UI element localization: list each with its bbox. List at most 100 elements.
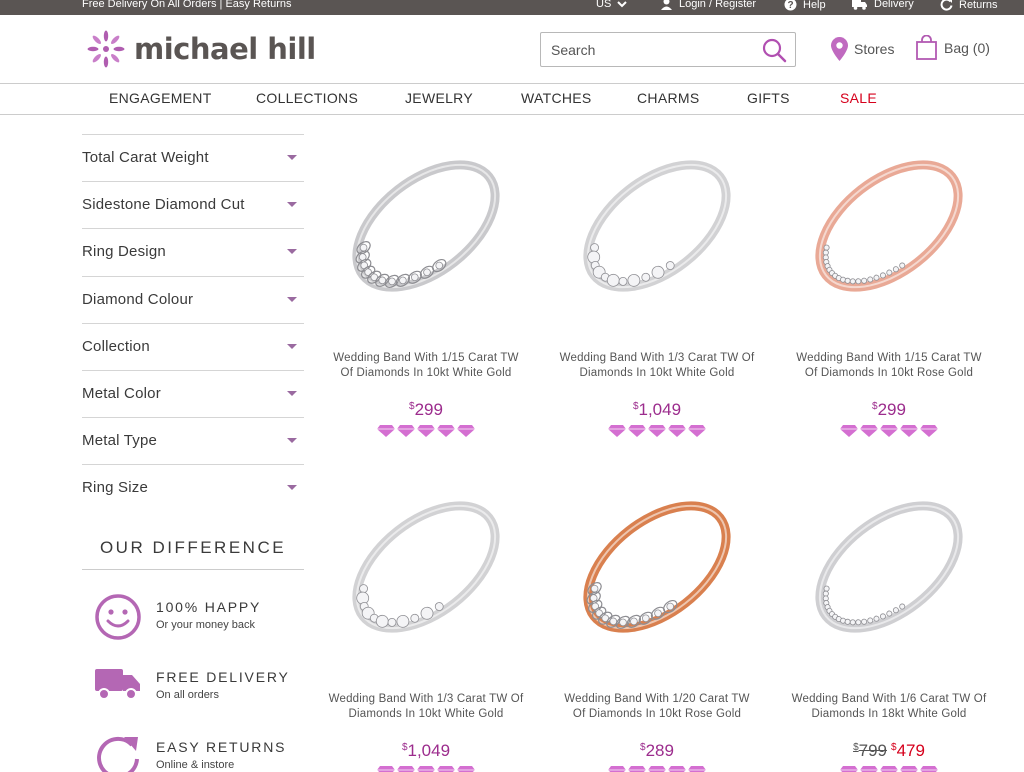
product-name-line: Of Diamonds In 10kt Rose Gold [804,367,974,379]
filter-ring-design[interactable]: Ring Design [82,228,304,275]
filter-label: Metal Color [82,384,161,402]
sale-price: $479 [891,741,925,760]
bag-label: Bag (0) [944,39,990,56]
product-image[interactable] [547,467,767,667]
price-value: 1,049 [638,400,682,419]
bag-link[interactable]: Bag (0) [916,35,990,60]
diamond-rating-icon [668,424,686,443]
difference-item-delivery: FREE DELIVERY On all orders [94,663,290,703]
product-name[interactable]: Wedding Band With 1/3 Carat TW Of Diamond… [547,351,767,381]
chevron-down-icon [617,0,627,7]
price-value: 299 [414,400,443,419]
diamond-rating-icon [648,424,666,443]
filter-collection[interactable]: Collection [82,322,304,370]
product-name[interactable]: Wedding Band With 1/3 Carat TW Of Diamond… [316,692,536,722]
product-rating [316,424,536,443]
difference-title: FREE DELIVERY [156,669,290,685]
search-input[interactable] [541,33,751,66]
logo[interactable]: michael hill [86,29,316,69]
nav-collections[interactable]: COLLECTIONS [256,90,358,106]
our-difference-title: OUR DIFFERENCE [82,530,304,570]
nav-engagement[interactable]: ENGAGEMENT [109,90,212,106]
search-icon[interactable] [761,37,787,63]
product-name-line: Diamonds In 18kt White Gold [811,708,967,720]
smiley-icon [95,594,141,640]
product-image[interactable] [779,467,999,667]
nav-gifts[interactable]: GIFTS [747,90,790,106]
country-selector[interactable]: US [596,0,627,10]
product-name[interactable]: Wedding Band With 1/6 Carat TW Of Diamond… [779,692,999,722]
product-image[interactable] [316,467,536,667]
nav-jewelry[interactable]: JEWELRY [405,90,473,106]
caret-down-icon [287,296,297,302]
stores-link[interactable]: Stores [831,37,894,61]
product-name[interactable]: Wedding Band With 1/15 Carat TW Of Diamon… [779,351,999,381]
filter-metal-color[interactable]: Metal Color [82,369,304,417]
filter-ring-size[interactable]: Ring Size [82,464,304,511]
product-name[interactable]: Wedding Band With 1/20 Carat TW Of Diamon… [547,692,767,722]
difference-subtitle: On all orders [156,689,219,701]
difference-subtitle: Online & instore [156,759,235,771]
diamond-rating-icon [880,424,898,443]
return-arrow-icon [940,0,953,11]
price-value: 289 [645,741,674,760]
product-card[interactable]: Wedding Band With 1/20 Carat TW Of Diamon… [547,467,767,772]
product-image[interactable] [779,126,999,326]
diamond-rating-icon [457,765,475,772]
help-label: Help [803,0,826,11]
stores-label: Stores [854,41,895,57]
caret-down-icon [287,485,297,491]
truck-icon [852,0,867,10]
caret-down-icon [287,390,297,396]
diamond-rating-icon [417,424,435,443]
login-link[interactable]: Login / Register [660,0,756,10]
product-name-line: Wedding Band With 1/20 Carat TW [564,693,750,705]
diamond-rating-icon [900,424,918,443]
shopping-bag-icon [916,35,937,60]
filter-label: Sidestone Diamond Cut [82,196,245,214]
difference-title: EASY RETURNS [156,739,287,755]
product-image[interactable] [316,126,536,326]
filter-sidebar: Total Carat Weight Sidestone Diamond Cut… [82,134,304,512]
header: michael hill Stores Bag (0) [0,15,1024,84]
diamond-rating-icon [377,765,395,772]
filter-metal-type[interactable]: Metal Type [82,417,304,464]
difference-title: 100% HAPPY [156,599,262,615]
svg-text:?: ? [787,0,793,11]
diamond-rating-icon [457,424,475,443]
returns-link[interactable]: Returns [940,0,998,11]
delivery-label: Delivery [874,0,914,10]
diamond-rating-icon [608,765,626,772]
product-card[interactable]: Wedding Band With 1/15 Carat TW Of Diamon… [316,126,536,443]
product-name-line: Wedding Band With 1/15 Carat TW [333,352,519,364]
diamond-rating-icon [860,765,878,772]
diamond-rating-icon [900,765,918,772]
filter-sidestone-diamond-cut[interactable]: Sidestone Diamond Cut [82,181,304,228]
product-card[interactable]: Wedding Band With 1/15 Carat TW Of Diamon… [779,126,999,443]
difference-item-returns: EASY RETURNS Online & instore [94,733,286,772]
product-image[interactable] [547,126,767,326]
diamond-rating-icon [668,765,686,772]
product-card[interactable]: Wedding Band With 1/3 Carat TW Of Diamond… [547,126,767,443]
filter-diamond-colour[interactable]: Diamond Colour [82,275,304,323]
product-card[interactable]: Wedding Band With 1/3 Carat TW Of Diamond… [316,467,536,772]
nav-watches[interactable]: WATCHES [521,90,592,106]
caret-down-icon [287,438,297,444]
diamond-rating-icon [437,765,455,772]
diamond-rating-icon [397,765,415,772]
product-name-line: Wedding Band With 1/3 Carat TW Of [559,352,755,364]
help-link[interactable]: ? Help [784,0,826,11]
filter-total-carat-weight[interactable]: Total Carat Weight [82,134,304,181]
price-value: 299 [877,400,906,419]
diamond-rating-icon [397,424,415,443]
country-label: US [596,0,612,10]
product-name[interactable]: Wedding Band With 1/15 Carat TW Of Diamon… [316,351,536,381]
nav-charms[interactable]: CHARMS [637,90,699,106]
product-name-line: Wedding Band With 1/3 Carat TW Of [328,693,524,705]
nav-sale[interactable]: SALE [840,90,877,106]
product-card[interactable]: Wedding Band With 1/6 Carat TW Of Diamond… [779,467,999,772]
diamond-rating-icon [688,424,706,443]
diamond-rating-icon [417,765,435,772]
help-icon: ? [784,0,797,11]
delivery-link[interactable]: Delivery [852,0,914,10]
